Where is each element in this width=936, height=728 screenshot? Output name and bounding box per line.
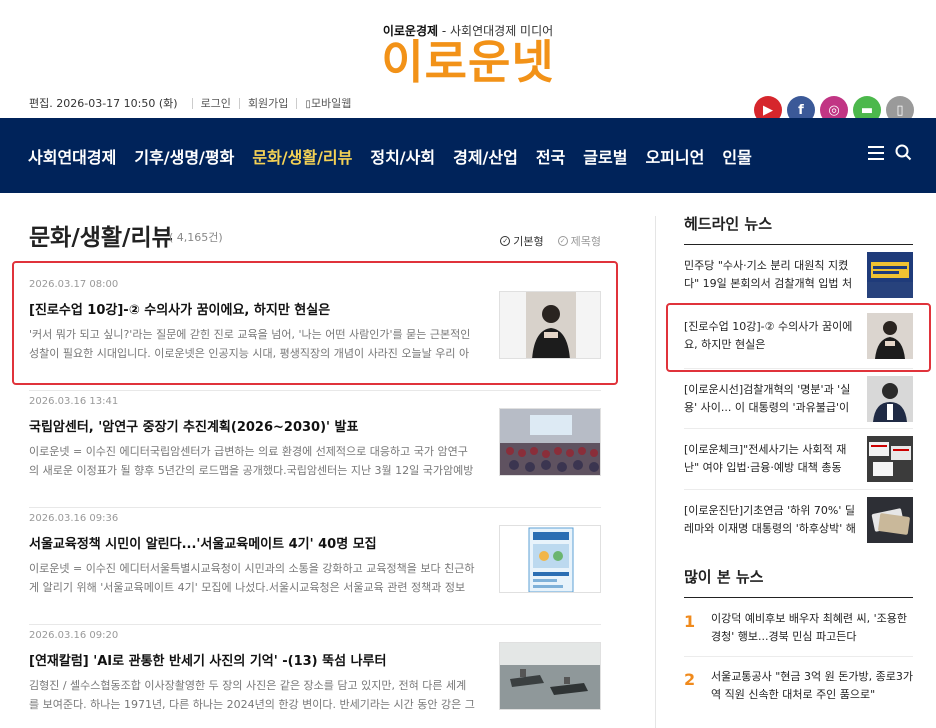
popular-text[interactable]: 이강덕 예비후보 배우자 최혜련 씨, '조용한 경청' 행보...경북 민심 … — [711, 610, 913, 646]
article-date: 2026.03.16 13:41 — [29, 396, 119, 407]
headline-news-title: 헤드라인 뉴스 — [684, 193, 913, 245]
popular-item[interactable]: 2 서울교통공사 "현금 3억 원 돈가방, 종로3가역 직원 신속한 대처로 … — [684, 668, 913, 718]
search-icon[interactable] — [895, 144, 912, 165]
mobile-web-link[interactable]: ▯모바일웹 — [305, 95, 351, 111]
article-item[interactable]: 2026.03.16 09:20 [연재칼럼] 'AI로 관통한 반세기 사진의… — [29, 630, 601, 728]
divider — [191, 97, 193, 109]
popular-item[interactable]: 1 이강덕 예비후보 배우자 최혜련 씨, '조용한 경청' 행보...경북 민… — [684, 610, 913, 660]
article-thumbnail[interactable] — [499, 525, 601, 593]
check-icon: ✓ — [500, 236, 511, 246]
nav-item[interactable]: 오피니언 — [645, 144, 704, 168]
site-logo[interactable]: 이로운넷 — [0, 36, 936, 88]
column-divider — [655, 216, 656, 728]
nav-item[interactable]: 사회연대경제 — [28, 144, 116, 168]
popular-news-title: 많이 본 뉴스 — [684, 566, 913, 598]
nav-item[interactable]: 경제/산업 — [453, 144, 518, 168]
utility-bar: 편집. 2026-03-17 10:50 (화) 로그인 회원가입 ▯모바일웹 — [29, 95, 351, 111]
headline-text[interactable]: [이로운체크]"전세사기는 사회적 재난" 여야 입법·금융·예방 대책 총동원… — [684, 441, 856, 479]
article-summary: 이로운넷 = 이수진 에디터서울특별시교육청이 시민과의 소통을 강화하고 교육… — [29, 562, 475, 594]
article-title[interactable]: 서울교육정책 시민이 알린다...'서울교육메이트 4기' 40명 모집 — [29, 533, 479, 552]
headline-thumbnail[interactable] — [867, 376, 913, 422]
nav-item[interactable]: 전국 — [536, 144, 565, 168]
headline-item[interactable]: [이로운시선]검찰개혁의 '명분'과 '실용' 사이... 이 대통령의 '과유… — [684, 376, 913, 432]
article-title[interactable]: [연재칼럼] 'AI로 관통한 반세기 사진의 기억' -(13) 뚝섬 나루터 — [29, 650, 479, 669]
headline-thumbnail[interactable] — [867, 497, 913, 543]
article-date: 2026.03.16 09:36 — [29, 513, 119, 524]
article-count: ( 4,165건) — [169, 231, 223, 244]
article-thumbnail[interactable] — [499, 642, 601, 710]
edit-date: 편집. 2026-03-17 10:50 (화) — [29, 97, 178, 110]
article-summary: 김형진 / 셀수스협동조합 이사장촬영한 두 장의 사진은 같은 장소를 담고 … — [29, 679, 475, 711]
popular-rank: 2 — [684, 670, 696, 689]
view-title-label: 제목형 — [570, 235, 601, 248]
divider — [296, 97, 298, 109]
popular-text[interactable]: 서울교통공사 "현금 3억 원 돈가방, 종로3가역 직원 신속한 대처로 주인… — [711, 668, 913, 704]
nav-item[interactable]: 문화/생활/리뷰 — [252, 144, 352, 168]
headline-text[interactable]: [이로운시선]검찰개혁의 '명분'과 '실용' 사이... 이 대통령의 '과유… — [684, 381, 856, 419]
login-link[interactable]: 로그인 — [201, 95, 231, 111]
divider — [684, 656, 913, 657]
mobile-web-label: 모바일웹 — [310, 97, 352, 110]
nav-list: 사회연대경제 기후/생명/평화 문화/생활/리뷰 정치/사회 경제/산업 전국 글로벌 오피니… — [28, 144, 770, 168]
headline-thumbnail[interactable] — [867, 436, 913, 482]
headline-text[interactable]: 민주당 "수사·기소 분리 대원칙 지켰다" 19일 본회의서 검찰개혁 입법 … — [684, 257, 856, 295]
signup-link[interactable]: 회원가입 — [248, 95, 288, 111]
nav-item[interactable]: 인물 — [722, 144, 751, 168]
divider — [238, 97, 240, 109]
main-nav: 사회연대경제 기후/생명/평화 문화/생활/리뷰 정치/사회 경제/산업 전국 글로벌 오피니… — [0, 118, 936, 193]
section-title: 문화/생활/리뷰 — [29, 225, 173, 251]
check-icon: ✓ — [557, 236, 568, 246]
article-item[interactable]: 2026.03.16 09:36 서울교육정책 시민이 알린다...'서울교육메… — [29, 513, 601, 625]
headline-text[interactable]: [이로운진단]기초연금 '하위 70%' 딜레마와 이재명 대통령의 '하후상박… — [684, 502, 856, 540]
article-date: 2026.03.16 09:20 — [29, 630, 119, 641]
article-title[interactable]: 국립암센터, '암연구 중장기 추진계획(2026~2030)' 발표 — [29, 416, 479, 435]
highlight-frame — [666, 303, 931, 372]
nav-item[interactable]: 기후/생명/평화 — [134, 144, 234, 168]
headline-item[interactable]: [이로운체크]"전세사기는 사회적 재난" 여야 입법·금융·예방 대책 총동원… — [684, 436, 913, 492]
view-toggle: ✓ 기본형 ✓ 제목형 — [500, 233, 601, 249]
popular-rank: 1 — [684, 612, 696, 631]
headline-item[interactable]: 민주당 "수사·기소 분리 대원칙 지켰다" 19일 본회의서 검찰개혁 입법 … — [684, 252, 913, 308]
article-item[interactable]: 2026.03.16 13:41 국립암센터, '암연구 중장기 추진계획(20… — [29, 396, 601, 508]
site-header: 이로운경제 - 사회연대경제 미디어 이로운넷 편집. 2026-03-17 1… — [0, 0, 936, 124]
hamburger-menu-icon[interactable] — [868, 146, 884, 160]
article-summary: 이로운넷 = 이수진 에디터국립암센터가 급변하는 의료 환경에 선제적으로 대… — [29, 445, 474, 477]
view-title-button[interactable]: ✓ 제목형 — [557, 233, 601, 249]
view-basic-label: 기본형 — [513, 235, 544, 248]
article-thumbnail[interactable] — [499, 408, 601, 476]
highlight-frame — [12, 261, 618, 385]
view-basic-button[interactable]: ✓ 기본형 — [500, 233, 544, 249]
headline-news-sidebar: 헤드라인 뉴스 — [684, 193, 913, 245]
headline-thumbnail[interactable] — [867, 252, 913, 298]
divider — [684, 428, 913, 429]
headline-item[interactable]: [이로운진단]기초연금 '하위 70%' 딜레마와 이재명 대통령의 '하후상박… — [684, 497, 913, 553]
nav-item[interactable]: 글로벌 — [583, 144, 627, 168]
nav-item[interactable]: 정치/사회 — [370, 144, 435, 168]
divider — [684, 489, 913, 490]
